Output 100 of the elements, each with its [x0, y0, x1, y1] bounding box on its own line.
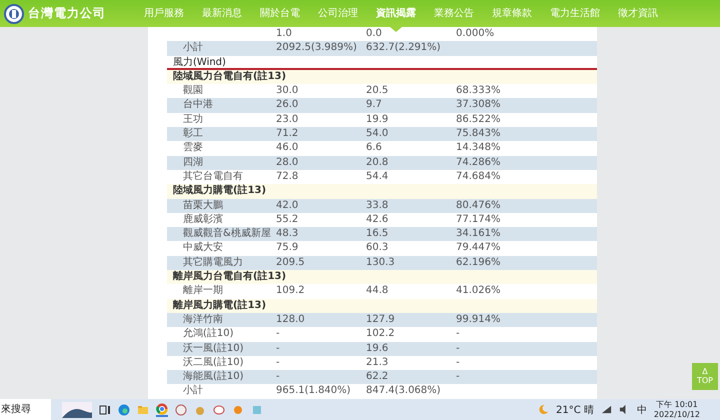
landscape-icon	[62, 402, 92, 418]
table-cell: 209.5	[276, 256, 305, 268]
app-icon[interactable]	[213, 404, 225, 416]
table-cell: 46.0	[276, 142, 298, 154]
nav-link[interactable]: 電力生活館	[544, 0, 606, 27]
table-cell: 21.3	[366, 356, 388, 368]
network-icon[interactable]	[600, 404, 612, 415]
table-cell: 99.914%	[456, 314, 500, 325]
clock[interactable]: 下午 10:01 2022/10/12	[654, 400, 720, 420]
table-cell: 42.0	[276, 200, 298, 211]
table-cell: 23.0	[276, 114, 298, 125]
table-cell: 74.684%	[456, 170, 500, 182]
table-cell: 其它台電自有	[183, 170, 243, 182]
table-cell: 102.2	[366, 328, 395, 340]
table-cell: 海洋竹南	[183, 314, 223, 325]
table-cell: 62.2	[366, 371, 388, 382]
table-cell: 20.8	[366, 156, 388, 168]
nav-link[interactable]: 徵才資訊	[612, 0, 664, 27]
table-cell: 965.1(1.840%)	[276, 385, 351, 396]
table-cell: -	[276, 371, 280, 382]
table-cell: -	[456, 342, 460, 354]
table-cell: 王功	[183, 114, 203, 125]
app-icon[interactable]	[175, 404, 187, 416]
logo-text[interactable]: 台灣電力公司	[28, 5, 106, 22]
browser-icon[interactable]	[118, 404, 130, 416]
table-cell: 75.9	[276, 242, 298, 254]
table-cell: 77.174%	[456, 214, 500, 225]
table-cell: 109.2	[276, 285, 305, 296]
nav-link[interactable]: 關於台電	[254, 0, 306, 27]
input-method-indicator[interactable]: 中	[636, 402, 647, 416]
table-cell: 觀園	[183, 85, 203, 96]
nav-link[interactable]: 規章條款	[486, 0, 538, 27]
table-cell: -	[276, 328, 280, 340]
weather-text[interactable]: 21°C 晴	[556, 402, 594, 416]
table-cell: 80.476%	[456, 200, 500, 211]
table-cell: 33.8	[366, 200, 388, 211]
table-cell: 55.2	[276, 214, 298, 225]
logo-icon[interactable]	[4, 4, 24, 24]
table-cell: 2092.5(3.989%)	[276, 42, 357, 54]
table-cell: 20.5	[366, 85, 388, 96]
table-cell: 四湖	[183, 156, 203, 168]
table-cell: 19.9	[366, 114, 388, 125]
table-cell: -	[276, 356, 280, 368]
table-cell: 其它購電風力	[183, 256, 243, 268]
nav-link[interactable]: 業務公告	[428, 0, 480, 27]
back-to-top-button[interactable]: Δ TOP	[692, 363, 718, 390]
table-cell: 彰工	[183, 128, 203, 140]
table-cell: 小計	[183, 385, 203, 396]
table-cell: 6.6	[366, 142, 382, 154]
table-cell: 鹿威彰濱	[183, 214, 223, 225]
table-cell: -	[456, 328, 460, 340]
nav-link[interactable]: 資訊揭露	[370, 0, 422, 27]
table-cell: 0.0	[366, 28, 382, 39]
table-cell: 小計	[183, 42, 203, 54]
table-cell: 1.0	[276, 28, 292, 39]
table-cell: 37.308%	[456, 99, 500, 110]
table-cell: 847.4(3.068%)	[366, 385, 441, 396]
group-header: 陸域風力購電(註13)	[167, 184, 597, 199]
table-cell: 苗栗大鵬	[183, 200, 223, 211]
table-cell: 54.4	[366, 170, 388, 182]
nav-link[interactable]: 最新消息	[196, 0, 248, 27]
nav-link[interactable]: 用戶服務	[138, 0, 190, 27]
table-cell: 台中港	[183, 99, 213, 110]
table-cell: 30.0	[276, 85, 298, 96]
nav-link[interactable]: 公司治理	[312, 0, 364, 27]
table-cell: 41.026%	[456, 285, 500, 296]
table-cell: 60.3	[366, 242, 388, 254]
table-cell: 0.000%	[456, 28, 494, 39]
table-cell: -	[276, 342, 280, 354]
table-cell: 127.9	[366, 314, 395, 325]
search-field[interactable]: 來搜尋	[0, 399, 51, 420]
table-cell: 26.0	[276, 99, 298, 110]
table-cell: 19.6	[366, 342, 388, 354]
table-cell: 沃一風(註10)	[183, 342, 244, 354]
table-cell: 海能風(註10)	[183, 371, 244, 382]
table-cell: 71.2	[276, 128, 298, 140]
table-cell: 72.8	[276, 170, 298, 182]
table-cell: 雲麥	[183, 142, 203, 154]
task-view-icon[interactable]	[99, 404, 111, 416]
table-cell: 14.348%	[456, 142, 500, 154]
table-cell: 62.196%	[456, 256, 500, 268]
table-cell: 128.0	[276, 314, 305, 325]
table-cell: 68.333%	[456, 85, 500, 96]
table-cell: 34.161%	[456, 228, 500, 240]
table-cell: 沃二風(註10)	[183, 356, 244, 368]
table-cell: 42.6	[366, 214, 388, 225]
table-cell: 74.286%	[456, 156, 500, 168]
table-cell: -	[456, 356, 460, 368]
table-cell: 觀威觀音&桃威新屋	[183, 228, 271, 240]
table-cell: 632.7(2.291%)	[366, 42, 441, 54]
table-cell: 允鴻(註10)	[183, 328, 234, 340]
group-header: 離岸風力台電自有(註13)	[167, 270, 597, 284]
table-cell: 54.0	[366, 128, 388, 140]
table-cell: 中威大安	[183, 242, 223, 254]
group-header: 陸域風力台電自有(註13)	[167, 70, 597, 84]
browser-icon[interactable]	[156, 402, 168, 416]
table-cell: 48.3	[276, 228, 298, 240]
table-cell: 9.7	[366, 99, 382, 110]
table-cell: -	[456, 371, 460, 382]
table-cell: 86.522%	[456, 114, 500, 125]
